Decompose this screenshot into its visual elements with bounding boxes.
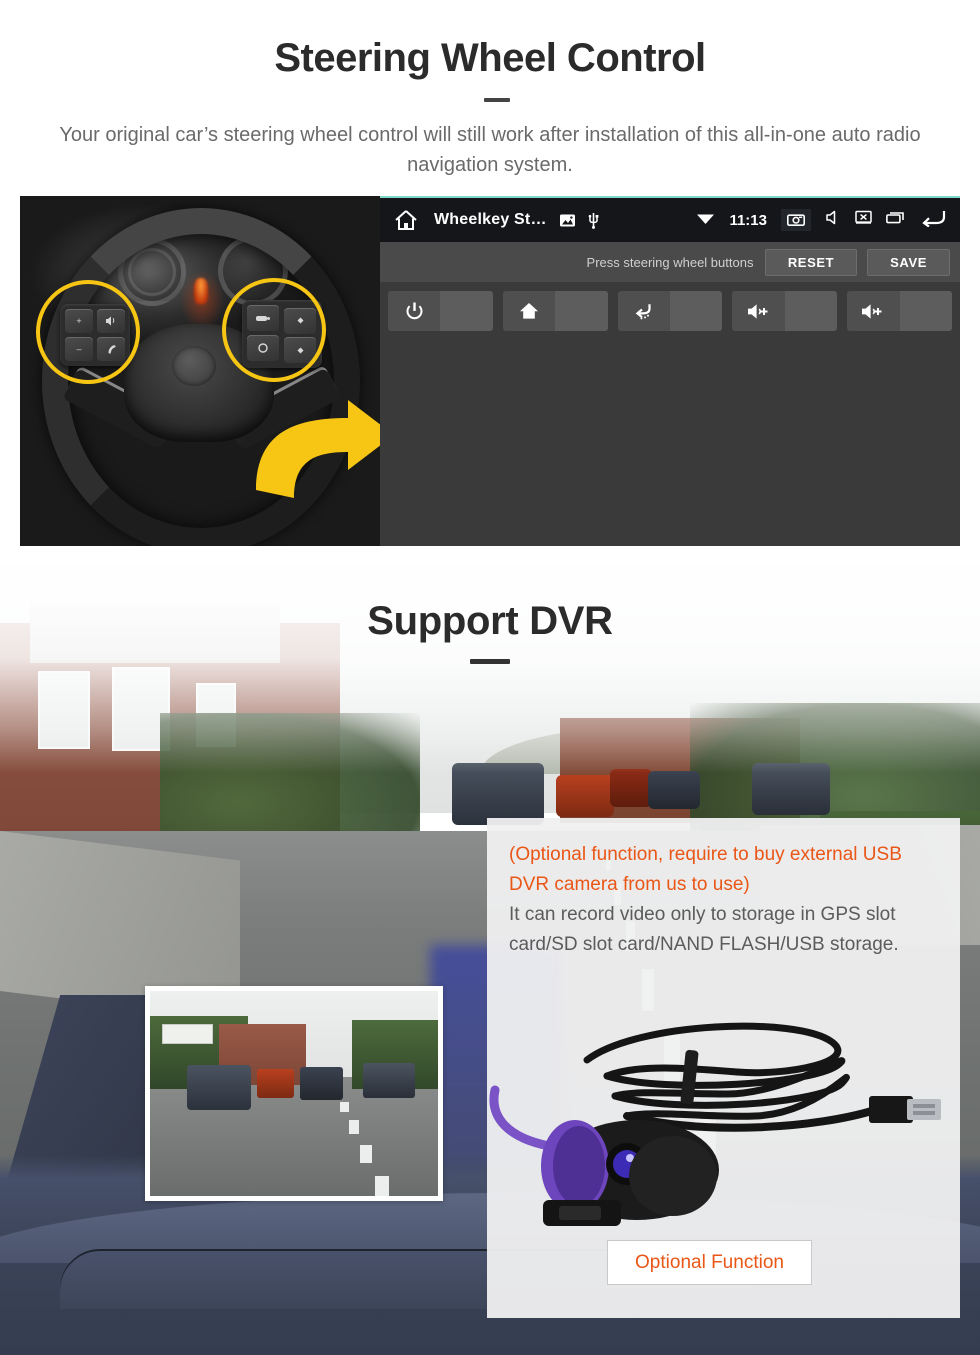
recents-icon[interactable] [886,211,905,229]
wheelkey-slot-volume-up-2[interactable] [847,291,952,331]
wifi-icon[interactable] [696,211,715,230]
wheelkey-slot-back[interactable] [617,291,723,331]
dashcam-capture-image [150,991,438,1196]
home-icon[interactable] [394,209,418,231]
inset-lane [348,1120,359,1135]
dashcam-capture-inset [145,986,443,1201]
wifi-glyph [697,214,715,224]
power-icon [388,291,441,331]
volume-up-glyph [862,303,882,319]
home-icon [502,291,556,331]
wheelkey-value-back[interactable] [669,291,723,331]
inset-sign [161,1023,214,1045]
steering-subtitle: Your original car’s steering wheel contr… [59,124,921,176]
product-detail-page: Steering Wheel Control Your original car… [0,0,980,1355]
volume-up-icon [847,291,900,331]
usb-glyph [588,212,599,229]
wheelkey-slot-volume-up-1[interactable] [732,291,838,331]
gallery-icon [559,213,576,228]
volume-up-glyph [747,303,768,319]
support-dvr-section: Support DVR (Optional function, require … [0,563,980,1355]
inset-car-red [256,1068,294,1098]
home-glyph [519,303,538,319]
steering-wheel-control-section: Steering Wheel Control Your original car… [0,0,980,560]
dvr-note: (Optional function, require to buy exter… [509,840,944,960]
usb-icon [588,212,599,229]
wheelkey-empty-area [380,331,960,546]
status-bar-clock: 11:13 [729,211,767,229]
dvr-note-body: It can record video only to storage in G… [509,904,899,955]
wheelkey-value-home[interactable] [555,291,608,331]
inset-lane [340,1101,349,1112]
inset-lane [374,1175,390,1196]
camera-glyph [787,214,805,227]
back-icon[interactable] [919,209,946,232]
screen-off-icon[interactable] [855,210,872,230]
screenshot-icon[interactable] [781,209,811,231]
screen-x-glyph [855,210,872,224]
car-red-2 [610,769,652,807]
gallery-glyph [559,214,575,226]
title-divider [484,98,510,102]
wheelkey-value-volume-up-1[interactable] [784,291,838,331]
right-cluster-highlight-circle [222,278,326,382]
speaker-glyph [826,210,836,225]
back-icon [617,291,670,331]
steering-media-row: + – Wheelkey St… 11:13 Press steering wh… [20,196,960,546]
inset-car-dark [299,1066,343,1100]
wheelkey-value-power[interactable] [440,291,493,331]
optional-function-button[interactable]: Optional Function [607,1240,812,1285]
dvr-note-highlight: (Optional function, require to buy exter… [509,844,902,895]
usb-dvr-camera-image [489,1022,941,1226]
android-status-bar: Wheelkey St… 11:13 [380,198,960,242]
left-cluster-highlight-circle [36,280,140,384]
wheelkey-slot-home[interactable] [502,291,608,331]
wheelkey-hint-text: Press steering wheel buttons [586,254,754,270]
dvr-title-divider [470,659,510,664]
inset-car-right [363,1062,415,1098]
horn-button [172,346,216,386]
status-bar-right-group: 11:13 [696,209,946,232]
wheelkey-assign-row [388,291,952,331]
steering-wheel-photo: + – [20,196,380,546]
mute-icon[interactable] [825,210,841,230]
car-red [556,775,614,817]
heading-white-fade [0,563,980,773]
back-dotted-glyph [635,304,651,320]
inset-car-suv [187,1064,251,1110]
dvr-title: Support DVR [367,599,613,643]
wheelkey-toolbar: Press steering wheel buttons RESET SAVE [380,242,960,282]
head-unit-app-title: Wheelkey St… [434,211,547,228]
yellow-arrow-icon [256,400,380,498]
dvr-info-panel: (Optional function, require to buy exter… [487,818,960,1318]
inset-lane [360,1144,372,1164]
car-dark [648,771,700,809]
volume-up-icon [732,291,785,331]
back-arrow-glyph [922,210,946,227]
power-glyph [406,302,423,319]
recents-glyph [886,212,904,224]
wheelkey-value-volume-up-2[interactable] [899,291,952,331]
head-unit-screen: Wheelkey St… 11:13 Press steering wheel … [380,196,960,546]
page-title: Steering Wheel Control [274,36,706,80]
wheelkey-slot-power[interactable] [388,291,493,331]
